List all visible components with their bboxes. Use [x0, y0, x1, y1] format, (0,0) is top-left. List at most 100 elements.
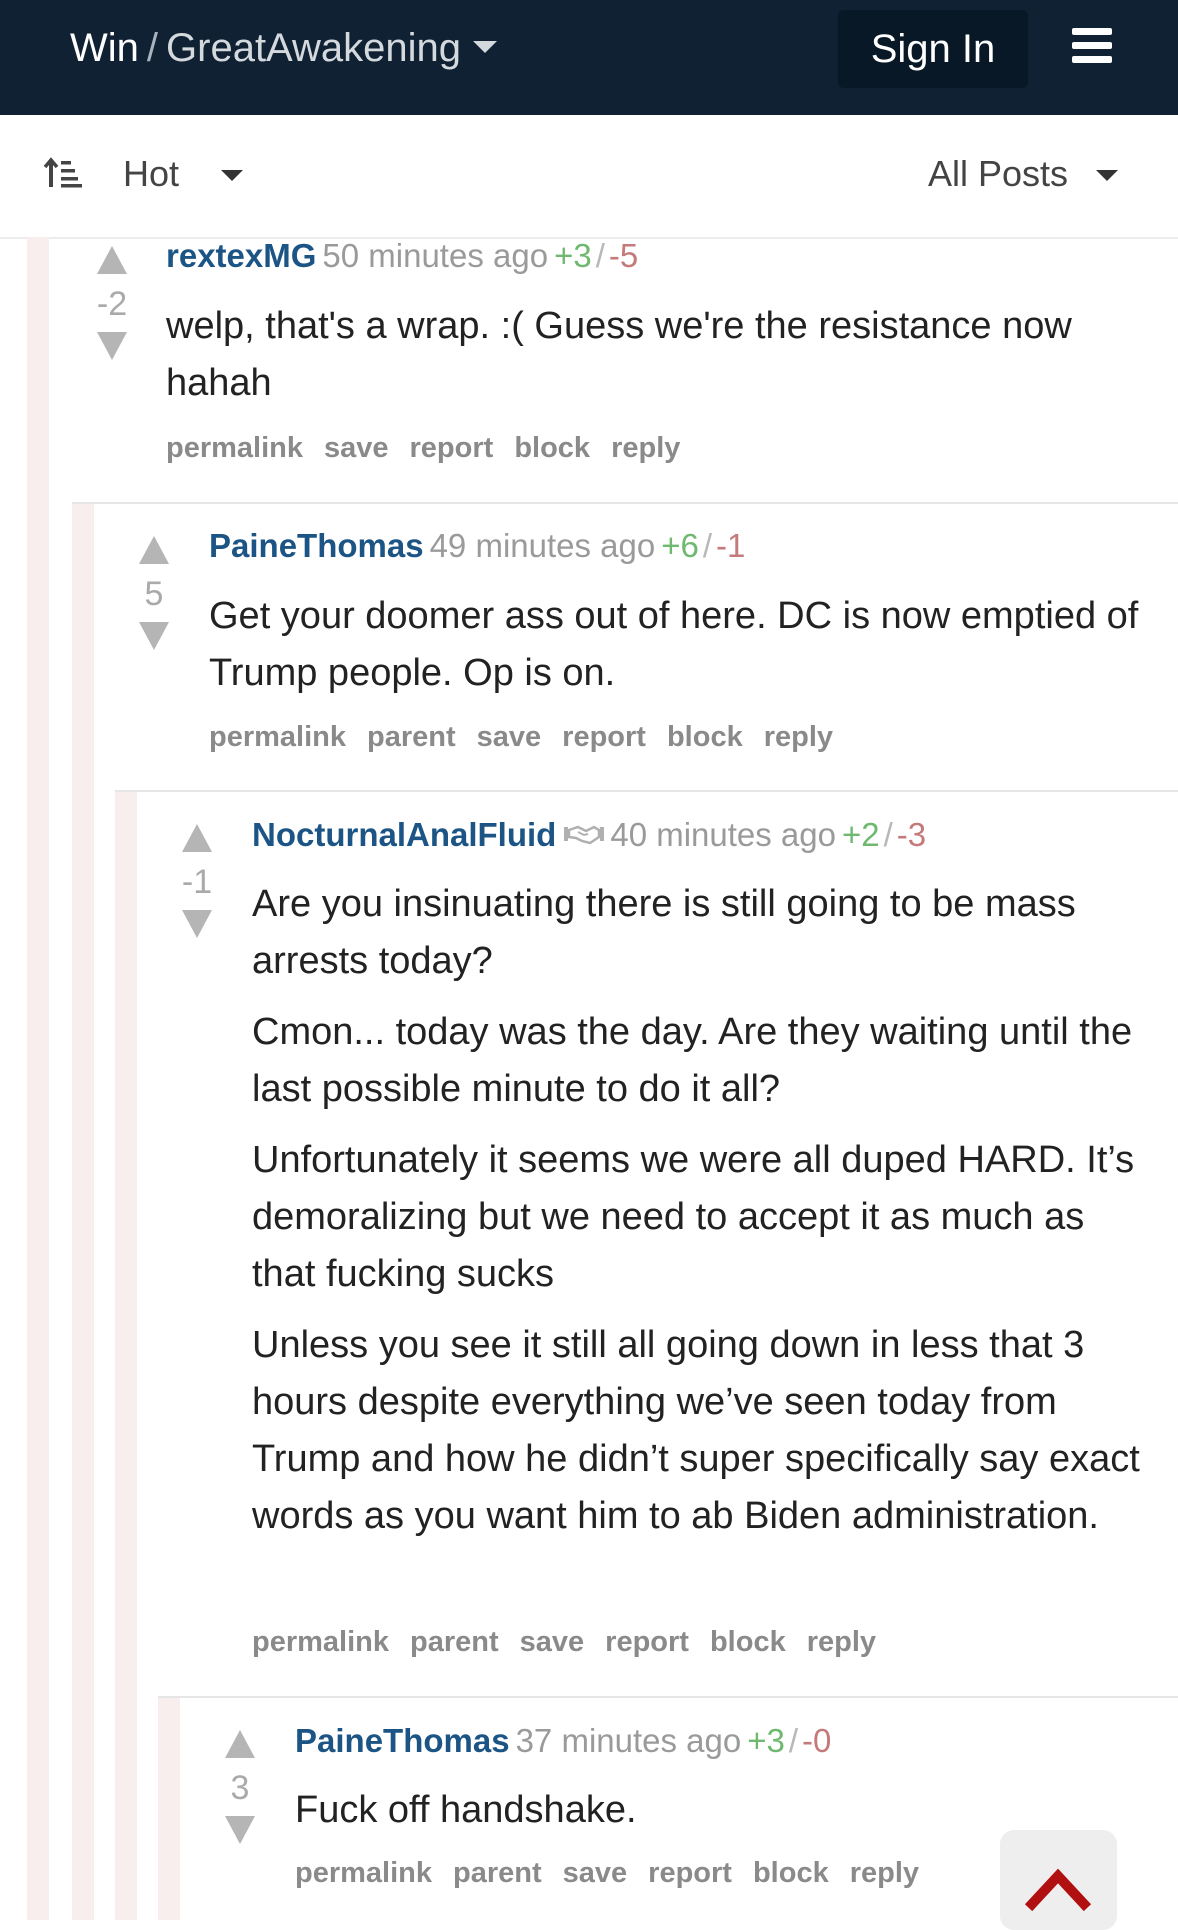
comment-score: 5 — [144, 575, 164, 613]
parent-link[interactable]: parent — [453, 1857, 542, 1889]
save-link[interactable]: save — [520, 1626, 585, 1658]
breadcrumb-separator: / — [146, 26, 159, 70]
comment-timestamp: 50 minutes ago — [322, 237, 549, 274]
scroll-to-top-button[interactable] — [1000, 1830, 1117, 1930]
sign-in-button[interactable]: Sign In — [838, 10, 1028, 88]
permalink-link[interactable]: permalink — [166, 432, 303, 464]
vote-widget: 3 — [210, 1730, 270, 1844]
comment-meta: rextexMG 50 minutes ago +3/-5 — [166, 236, 638, 276]
comment-actions: permalink parent save report block reply — [252, 1626, 897, 1659]
downvote-count: -5 — [608, 237, 639, 274]
downvote-arrow-icon[interactable] — [225, 1816, 255, 1844]
report-link[interactable]: report — [410, 432, 494, 464]
thread-depth-bar[interactable] — [115, 792, 137, 1920]
comment-timestamp: 40 minutes ago — [610, 816, 836, 853]
thread-divider — [72, 502, 1178, 504]
save-link[interactable]: save — [324, 432, 389, 464]
comment-paragraph: Unless you see it still all going down i… — [252, 1324, 1140, 1537]
thread-divider — [158, 1696, 1178, 1698]
comment-actions: permalink save report block reply — [166, 432, 701, 465]
comment-paragraph: welp, that's a wrap. :( Guess we're the … — [166, 305, 1072, 404]
handshake-icon — [564, 825, 605, 845]
upvote-arrow-icon[interactable] — [225, 1730, 255, 1758]
vote-separator: / — [883, 816, 893, 853]
comment-paragraph: Get your doomer ass out of here. DC is n… — [209, 595, 1139, 694]
save-link[interactable]: save — [563, 1857, 628, 1889]
comment-author[interactable]: rextexMG — [166, 237, 316, 274]
comment-paragraph: Are you insinuating there is still going… — [252, 883, 1076, 982]
upvote-count: +2 — [842, 816, 880, 853]
comment-score: 3 — [230, 1769, 250, 1807]
reply-link[interactable]: reply — [764, 721, 833, 753]
thread-depth-bar[interactable] — [27, 237, 49, 1920]
comment-meta: PaineThomas 37 minutes ago +3/-0 — [295, 1721, 831, 1761]
sort-chevron-down-icon[interactable] — [221, 170, 243, 181]
downvote-count: -1 — [716, 527, 746, 564]
vote-widget: 5 — [124, 536, 184, 650]
filter-chevron-down-icon[interactable] — [1096, 170, 1118, 181]
comment-body: Are you insinuating there is still going… — [252, 876, 1152, 1559]
vote-separator: / — [788, 1722, 799, 1759]
comment-paragraph: Fuck off handshake. — [295, 1789, 637, 1831]
permalink-link[interactable]: permalink — [295, 1857, 432, 1889]
vote-separator: / — [702, 527, 713, 564]
report-link[interactable]: report — [605, 1626, 689, 1658]
reply-link[interactable]: reply — [807, 1626, 876, 1658]
vote-widget: -2 — [82, 246, 142, 360]
comment-score: -2 — [96, 285, 128, 323]
permalink-link[interactable]: permalink — [209, 721, 346, 753]
comment-actions: permalink parent save report block reply — [295, 1857, 940, 1890]
reply-link[interactable]: reply — [850, 1857, 919, 1889]
comment-meta: NocturnalAnalFluid 40 minutes ago +2/-3 — [252, 815, 926, 855]
report-link[interactable]: report — [562, 721, 646, 753]
comment-meta: PaineThomas 49 minutes ago +6/-1 — [209, 526, 745, 566]
comment-author[interactable]: NocturnalAnalFluid — [252, 816, 556, 853]
downvote-arrow-icon[interactable] — [97, 332, 127, 360]
comment-score: -1 — [181, 863, 213, 901]
chevron-up-icon — [1024, 1868, 1092, 1912]
upvote-arrow-icon[interactable] — [182, 824, 212, 852]
comment-body: Fuck off handshake. — [295, 1782, 1095, 1853]
save-link[interactable]: save — [477, 721, 542, 753]
thread-depth-bar[interactable] — [158, 1698, 180, 1920]
community-switcher[interactable]: Win / GreatAwakening — [70, 26, 498, 71]
downvote-count: -0 — [802, 1722, 832, 1759]
hamburger-menu-icon[interactable] — [1072, 28, 1112, 64]
permalink-link[interactable]: permalink — [252, 1626, 389, 1658]
block-link[interactable]: block — [514, 432, 590, 464]
downvote-count: -3 — [896, 816, 927, 853]
downvote-arrow-icon[interactable] — [139, 622, 169, 650]
block-link[interactable]: block — [667, 721, 743, 753]
site-name[interactable]: Win — [70, 26, 139, 70]
comment-actions: permalink parent save report block reply — [209, 721, 854, 754]
top-navigation-bar: Win / GreatAwakening Sign In — [0, 0, 1178, 115]
comment-body: welp, that's a wrap. :( Guess we're the … — [166, 298, 1126, 426]
vote-widget: -1 — [167, 824, 227, 938]
chevron-down-icon[interactable] — [473, 41, 498, 54]
parent-link[interactable]: parent — [410, 1626, 499, 1658]
parent-link[interactable]: parent — [367, 721, 456, 753]
thread-depth-bar[interactable] — [72, 504, 94, 1920]
report-link[interactable]: report — [648, 1857, 732, 1889]
sort-order-icon[interactable] — [44, 157, 82, 189]
block-link[interactable]: block — [753, 1857, 829, 1889]
comment-body: Get your doomer ass out of here. DC is n… — [209, 588, 1144, 716]
upvote-arrow-icon[interactable] — [97, 246, 127, 274]
thread-divider — [115, 790, 1178, 792]
reply-link[interactable]: reply — [611, 432, 680, 464]
comment-author[interactable]: PaineThomas — [295, 1722, 510, 1759]
vote-separator: / — [595, 237, 605, 274]
community-name[interactable]: GreatAwakening — [166, 26, 461, 70]
sort-dropdown[interactable]: Hot — [123, 153, 179, 195]
comment-paragraph: Unfortunately it seems we were all duped… — [252, 1139, 1135, 1295]
comment-timestamp: 37 minutes ago — [515, 1722, 742, 1759]
comment-paragraph: Cmon... today was the day. Are they wait… — [252, 1011, 1133, 1110]
upvote-count: +3 — [747, 1722, 785, 1759]
filter-dropdown[interactable]: All Posts — [928, 153, 1068, 195]
upvote-count: +6 — [661, 527, 699, 564]
downvote-arrow-icon[interactable] — [182, 910, 212, 938]
block-link[interactable]: block — [710, 1626, 786, 1658]
upvote-arrow-icon[interactable] — [139, 536, 169, 564]
comment-author[interactable]: PaineThomas — [209, 527, 424, 564]
upvote-count: +3 — [554, 237, 592, 274]
